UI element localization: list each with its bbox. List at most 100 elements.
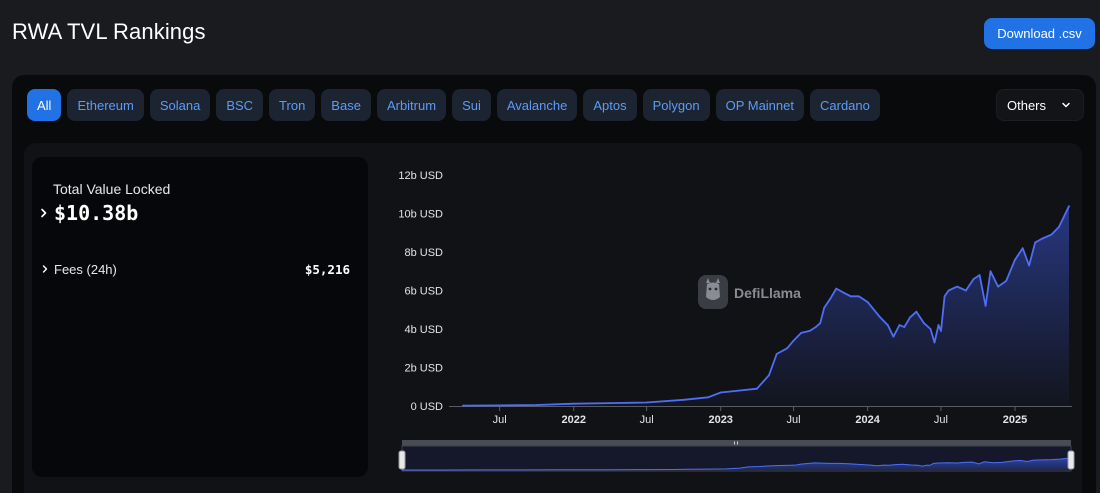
tab-avalanche[interactable]: Avalanche	[496, 89, 578, 121]
x-tick-label: Jul	[934, 414, 948, 426]
watermark: DefiLlama	[698, 275, 801, 309]
tvl-data-point	[956, 285, 958, 288]
tvl-data-point	[572, 402, 575, 405]
x-tick-label: Jul	[493, 414, 507, 426]
y-tick-label: 8b USD	[404, 247, 443, 259]
tvl-data-point	[849, 295, 852, 298]
tab-all[interactable]: All	[27, 89, 62, 121]
y-tick-label: 2b USD	[404, 363, 443, 375]
range-brush[interactable]	[398, 440, 1075, 472]
tvl-data-point	[814, 326, 817, 328]
tvl-data-point	[842, 291, 844, 294]
tab-ethereum[interactable]: Ethereum	[67, 89, 144, 121]
tvl-data-point	[756, 387, 758, 390]
tvl-data-point	[886, 324, 889, 326]
tvl-label: Total Value Locked	[53, 181, 171, 197]
x-tick-label: Jul	[787, 414, 801, 426]
tvl-data-point	[933, 341, 936, 344]
tvl-data-point	[775, 353, 778, 355]
tvl-data-point	[947, 289, 950, 292]
tvl-toggle[interactable]: $10.38b	[38, 201, 138, 225]
tvl-data-point	[682, 398, 685, 401]
tab-polygon[interactable]: Polygon	[642, 89, 710, 121]
x-tick-label: Jul	[640, 414, 654, 426]
chain-filter-tabs: All Ethereum Solana BSC Tron Base Arbitrum Sui A…	[27, 89, 880, 121]
tvl-data-point	[923, 322, 925, 325]
tvl-data-point	[965, 289, 967, 292]
tvl-data-point	[1050, 233, 1053, 236]
brush-handle-bar[interactable]	[402, 440, 1071, 446]
tab-aptos[interactable]: Aptos	[583, 89, 637, 121]
tvl-data-point	[792, 339, 795, 342]
tvl-data-point	[978, 274, 981, 276]
tvl-data-point	[609, 402, 611, 404]
tab-bsc[interactable]: BSC	[216, 89, 264, 121]
series-layer	[462, 205, 1070, 407]
fees-value: $5,216	[304, 261, 350, 277]
tvl-data-point	[707, 396, 710, 399]
tvl-data-point	[462, 404, 464, 407]
watermark-text: DefiLlama	[734, 285, 801, 301]
x-tick-label: 2024	[855, 414, 880, 426]
tvl-data-point	[909, 316, 911, 319]
rankings-panel: All Ethereum Solana BSC Tron Base Arbitrum Sui A…	[12, 75, 1096, 493]
brush-left-handle[interactable]	[398, 450, 406, 470]
tab-solana[interactable]: Solana	[149, 89, 211, 121]
y-axis: 0 USD 2b USD 4b USD 6b USD 8b USD 10b USD 12b …	[398, 170, 443, 413]
tvl-data-point	[892, 335, 895, 338]
tab-base[interactable]: Base	[321, 89, 371, 121]
y-tick-label: 6b USD	[404, 286, 443, 298]
tvl-data-point	[1028, 264, 1030, 267]
others-dropdown[interactable]: Others	[996, 89, 1084, 121]
tvl-data-point	[1014, 258, 1016, 261]
tvl-data-point	[1021, 247, 1024, 250]
y-tick-label: 10b USD	[398, 209, 443, 221]
tvl-data-point	[929, 328, 932, 330]
others-label: Others	[1007, 97, 1047, 113]
chart-card: Total Value Locked $10.38b Fees (24h) $5…	[24, 143, 1082, 493]
tab-tron[interactable]: Tron	[269, 89, 316, 121]
tvl-data-point	[1005, 280, 1008, 282]
y-tick-label: 4b USD	[404, 324, 443, 336]
tvl-data-point	[879, 316, 882, 319]
tvl-data-point	[786, 347, 788, 350]
tvl-data-point	[972, 278, 975, 280]
chevron-right-icon	[42, 265, 48, 273]
tvl-data-point	[737, 389, 740, 392]
brush-right-handle[interactable]	[1067, 450, 1075, 470]
x-tick-label: 2025	[1003, 414, 1027, 426]
tab-op-mainnet[interactable]: OP Mainnet	[715, 89, 804, 121]
tvl-data-point	[823, 306, 826, 309]
tvl-data-point	[719, 391, 722, 394]
tvl-data-point	[898, 324, 901, 326]
tvl-value: $10.38b	[54, 201, 139, 225]
tvl-data-point	[829, 297, 832, 300]
tvl-area	[463, 206, 1069, 406]
fees-row[interactable]: Fees (24h) $5,216	[40, 259, 350, 279]
tvl-data-point	[498, 404, 501, 407]
tvl-data-point	[835, 287, 838, 290]
llama-logo-icon	[698, 275, 728, 309]
download-csv-button[interactable]: Download .csv	[984, 18, 1095, 49]
page-title: RWA TVL Rankings	[12, 19, 206, 44]
tvl-data-point	[1034, 241, 1037, 244]
tvl-data-point	[808, 330, 811, 332]
x-axis: Jul 2022 Jul 2023 Jul 2024 Jul 2025	[449, 406, 1072, 426]
tab-sui[interactable]: Sui	[452, 89, 491, 121]
tvl-data-point	[535, 404, 538, 406]
tvl-data-point	[1068, 205, 1070, 208]
tvl-data-point	[915, 310, 918, 313]
tvl-data-point	[800, 332, 803, 334]
tab-cardano[interactable]: Cardano	[810, 89, 880, 121]
tvl-data-point	[989, 270, 992, 273]
tvl-data-point	[819, 322, 822, 325]
tab-arbitrum[interactable]: Arbitrum	[376, 89, 447, 121]
tvl-chart-svg: 0 USD 2b USD 4b USD 6b USD 8b USD 10b USD 12b …	[398, 170, 1075, 472]
tvl-data-point	[1058, 226, 1060, 228]
fees-label: Fees (24h)	[54, 261, 117, 277]
tvl-data-point	[997, 285, 999, 288]
stats-panel: Total Value Locked $10.38b Fees (24h) $5…	[32, 157, 368, 477]
tvl-data-point	[903, 326, 906, 328]
tvl-data-point	[768, 374, 770, 377]
y-tick-label: 0 USD	[411, 401, 443, 413]
